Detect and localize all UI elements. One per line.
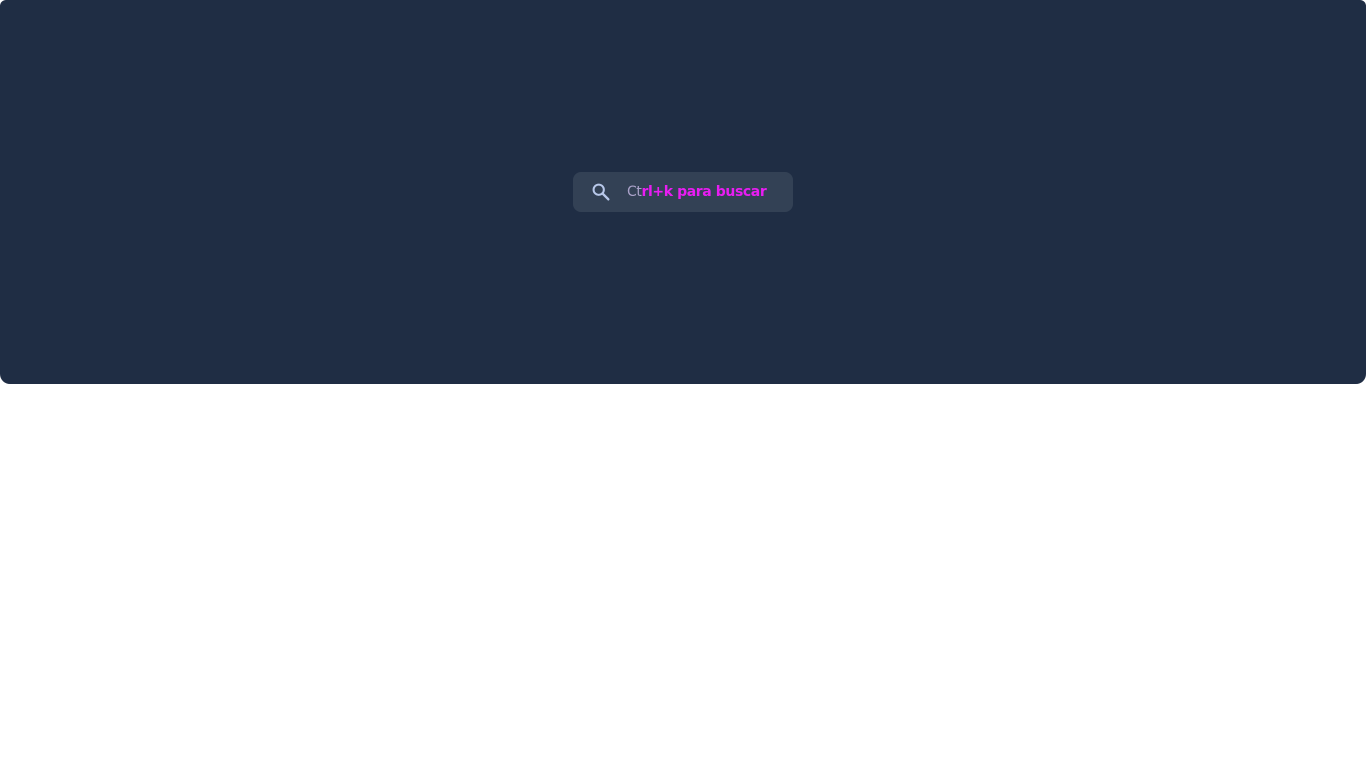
search-placeholder-muted: Ct	[627, 184, 642, 200]
search-placeholder-accent: rl+k para buscar	[641, 184, 767, 200]
search-placeholder: Ctrl+k para buscar	[627, 172, 767, 212]
search-button[interactable]: Ctrl+k para buscar	[573, 172, 793, 212]
hero-panel: Ctrl+k para buscar	[0, 0, 1366, 384]
search-icon	[592, 183, 610, 201]
blank-content-area	[0, 384, 1366, 768]
